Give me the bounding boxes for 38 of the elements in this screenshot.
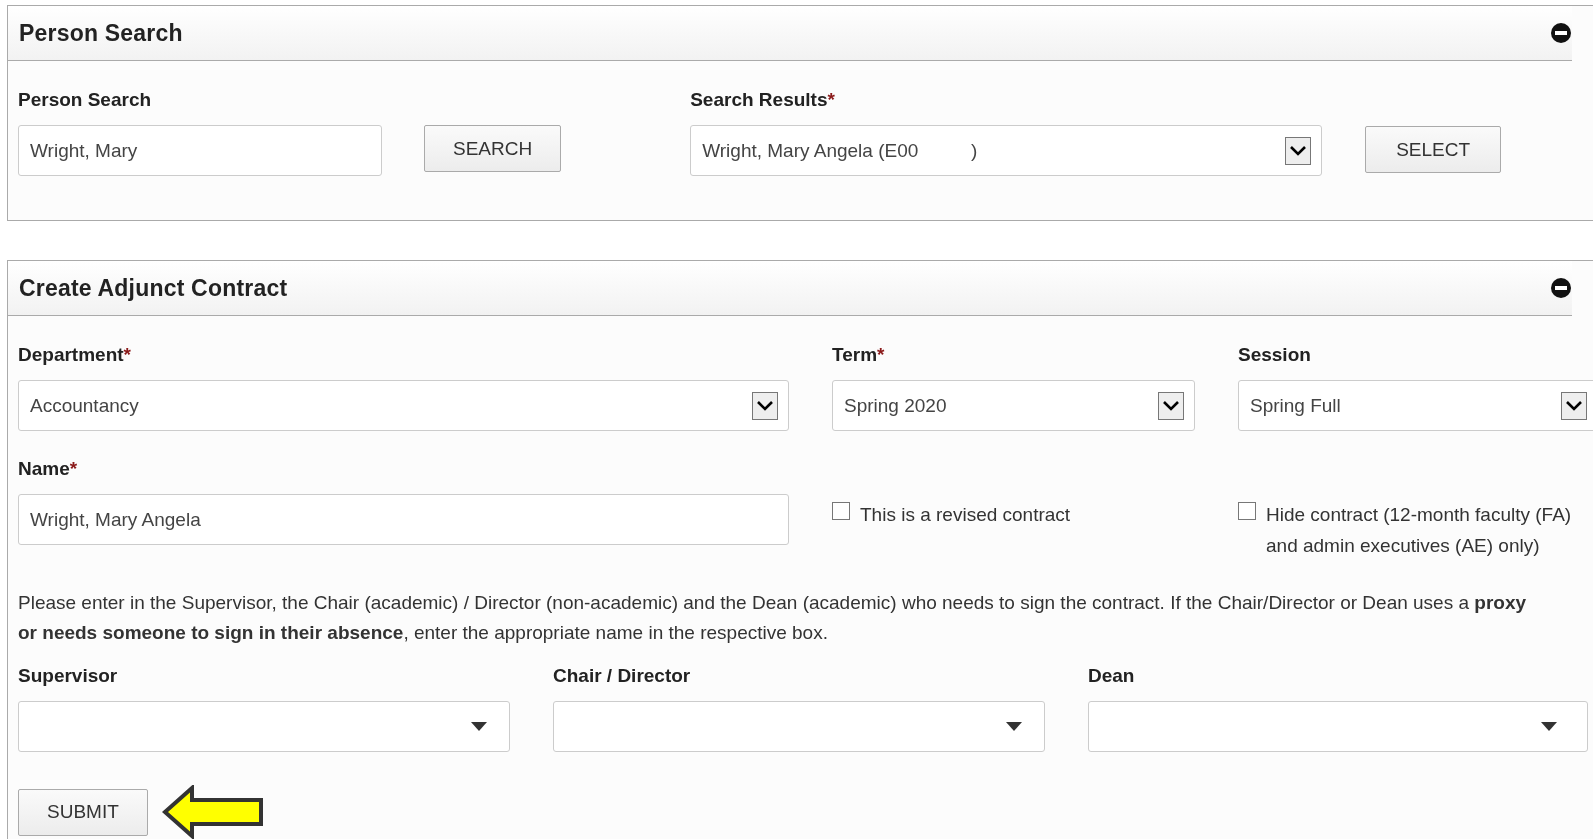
checkbox[interactable]: [1238, 502, 1256, 520]
search-field[interactable]: Wright, Mary: [18, 125, 382, 176]
collapse-icon[interactable]: [1550, 22, 1572, 44]
dropdown-caret-icon[interactable]: [1561, 391, 1587, 420]
field-label: Chair / Director: [553, 665, 691, 686]
field-label: Supervisor: [18, 665, 118, 686]
collapse-icon[interactable]: [1550, 277, 1572, 299]
dropdown-caret-icon[interactable]: [1285, 136, 1312, 165]
name-field[interactable]: Wright, Mary Angela: [18, 494, 789, 545]
panel-title: Person Search: [19, 19, 183, 47]
checkbox-label: Hide contract (12-month faculty (FA) and admin executives (AE) only): [1266, 503, 1573, 558]
field-label: Person Search: [18, 89, 152, 110]
panel-title: Create Adjunct Contract: [19, 274, 288, 302]
required-mark: *: [123, 344, 131, 365]
instructions-text: Please enter in the Supervisor, the Chair (academic) / Director (non-academic) and the Dean (academic) who needs to sign the contract. If the Chair/Director or Dean uses a proxy or needs someone to sign in their absence, enter the appropriate name in the respective box.: [18, 591, 1528, 645]
select-button[interactable]: SELECT: [1365, 126, 1502, 173]
dropdown-caret-icon[interactable]: [1541, 722, 1557, 731]
checkbox-label: This is a revised contract: [860, 503, 1071, 527]
field-label: Name: [18, 458, 70, 479]
field-label: Department: [18, 344, 124, 365]
dropdown-field[interactable]: Wright, Mary Angela (E00 ): [690, 125, 1323, 176]
required-mark: *: [827, 89, 835, 110]
dropdown-caret-icon[interactable]: [1158, 391, 1184, 420]
dropdown-caret-icon[interactable]: [471, 722, 487, 731]
field-label: Term: [832, 344, 878, 365]
search-button[interactable]: SEARCH: [424, 125, 562, 172]
required-mark: *: [69, 458, 78, 479]
dropdown-field[interactable]: Spring Full: [1238, 380, 1593, 431]
dropdown-field[interactable]: Spring 2020: [832, 380, 1195, 431]
field-label: Session: [1238, 344, 1311, 365]
field-label: Search Results: [690, 89, 828, 110]
field-label: Dean: [1088, 665, 1135, 686]
dropdown-caret-icon[interactable]: [1006, 722, 1022, 731]
required-mark: *: [877, 344, 885, 365]
submit-button[interactable]: SUBMIT: [18, 788, 148, 836]
dropdown-field[interactable]: Accountancy: [18, 380, 789, 431]
checkbox[interactable]: [832, 502, 850, 520]
dropdown-caret-icon[interactable]: [752, 391, 778, 420]
